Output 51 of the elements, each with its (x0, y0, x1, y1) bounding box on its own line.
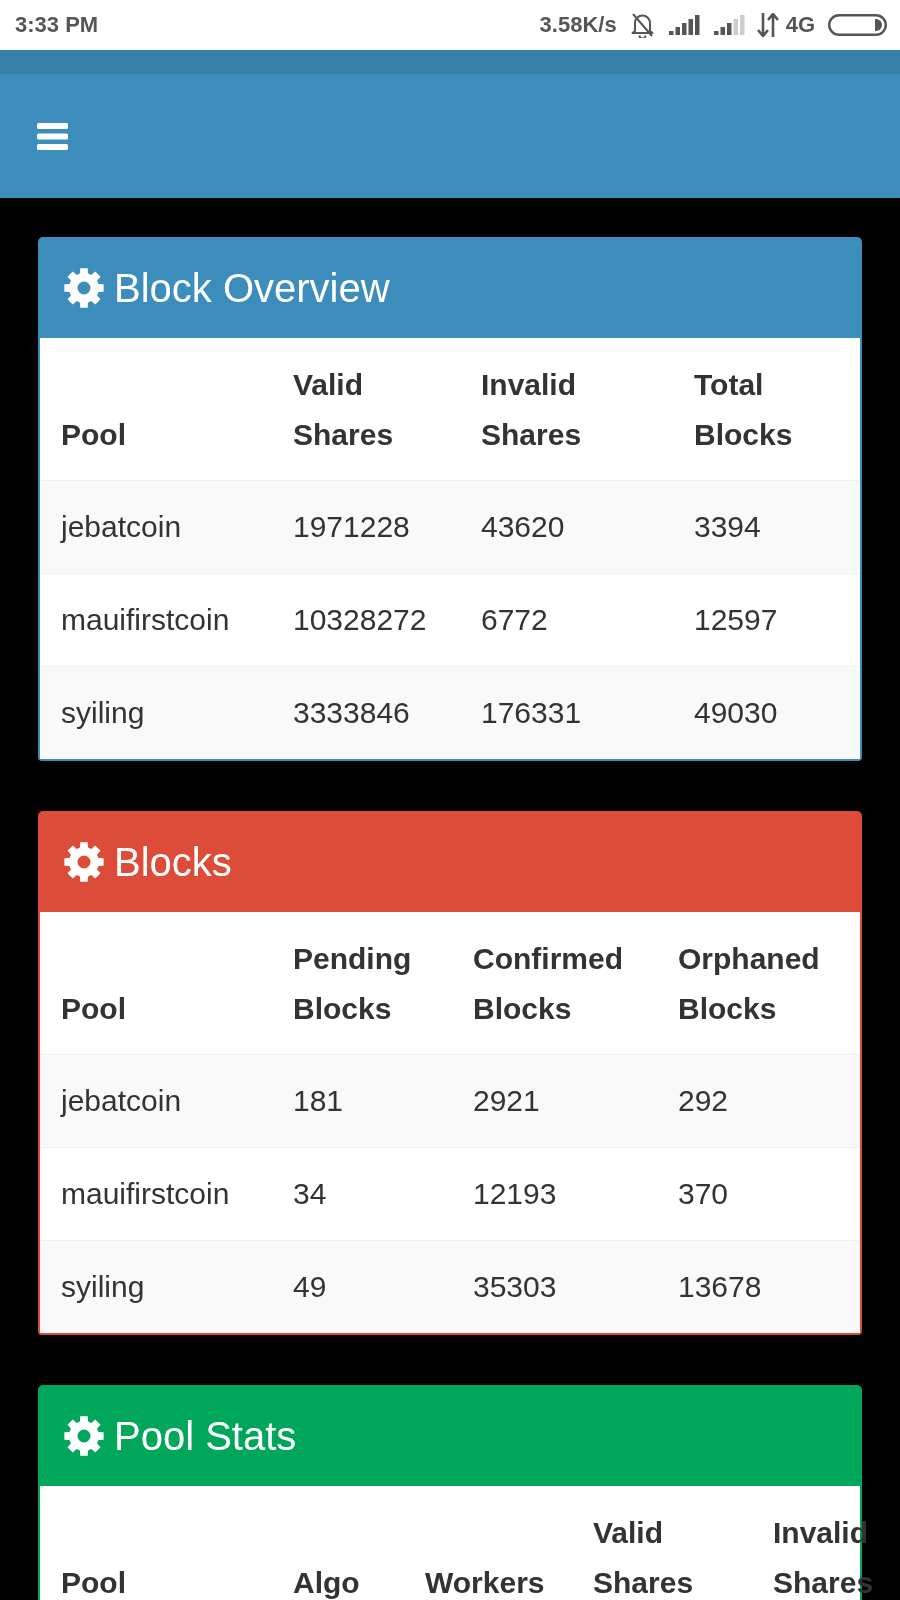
table-cell-text: 34 (292, 1176, 328, 1212)
table-cell-text: 12193 (472, 1176, 558, 1212)
bell-off-icon (629, 12, 655, 38)
table-cell-text: 49 (292, 1269, 328, 1305)
table-cell-text: 49030 (693, 695, 779, 731)
panel-title: Blocks (114, 838, 232, 886)
column-header: Pending Blocks (292, 941, 413, 1027)
table-cell-text: 3333846 (292, 695, 411, 731)
column-header: Pool (60, 1565, 127, 1600)
column-header: Orphaned Blocks (677, 941, 821, 1027)
table-cell-text: jebatcoin (59, 509, 183, 545)
table-cell-text: 3394 (693, 509, 762, 545)
signal-bars-icon (713, 15, 746, 35)
table-cell-text: mauifirstcoin (60, 1176, 231, 1212)
table-cell-text: 35303 (472, 1269, 558, 1305)
table-cell-text: syiling (60, 695, 146, 731)
battery-icon (828, 14, 887, 36)
table-cell-text: 43620 (480, 509, 566, 545)
table-cell-text: 10328272 (292, 602, 428, 638)
table-cell-text: 13678 (677, 1269, 763, 1305)
column-header: Pool (60, 991, 127, 1027)
table-cell-text: 370 (677, 1176, 730, 1212)
column-header: Invalid Shares (480, 367, 583, 453)
network-type: 4G (785, 12, 815, 38)
gear-icon (64, 841, 104, 882)
panel-title: Pool Stats (114, 1412, 297, 1460)
table-cell-text: 176331 (480, 695, 583, 731)
gear-icon (64, 267, 104, 308)
table-cell-text: 1971228 (292, 509, 411, 545)
column-header: Valid Shares (292, 367, 395, 453)
table-cell-text: jebatcoin (59, 1083, 183, 1119)
gear-icon (64, 1415, 104, 1456)
column-header: Valid Shares (592, 1515, 695, 1600)
network-speed: 3.58K/s (539, 12, 617, 38)
status-time: 3:33 PM (15, 12, 99, 38)
column-header: Confirmed Blocks (472, 941, 624, 1027)
table-cell-text: syiling (60, 1269, 146, 1305)
column-header: Workers (424, 1565, 546, 1600)
data-arrows-icon (756, 13, 779, 37)
column-header: Total Blocks (693, 367, 794, 453)
table-cell-text: mauifirstcoin (60, 602, 231, 638)
menu-icon[interactable] (37, 122, 68, 150)
table-cell-text: 181 (292, 1083, 345, 1119)
column-header: Pool (60, 417, 127, 453)
table-cell-text: 12597 (693, 602, 779, 638)
signal-bars-icon (668, 15, 701, 35)
table-cell-text: 6772 (480, 602, 549, 638)
panel-title: Block Overview (114, 264, 390, 312)
column-header: Algo (292, 1565, 361, 1600)
table-cell-text: 292 (677, 1083, 730, 1119)
table-cell-text: 2921 (472, 1083, 541, 1119)
